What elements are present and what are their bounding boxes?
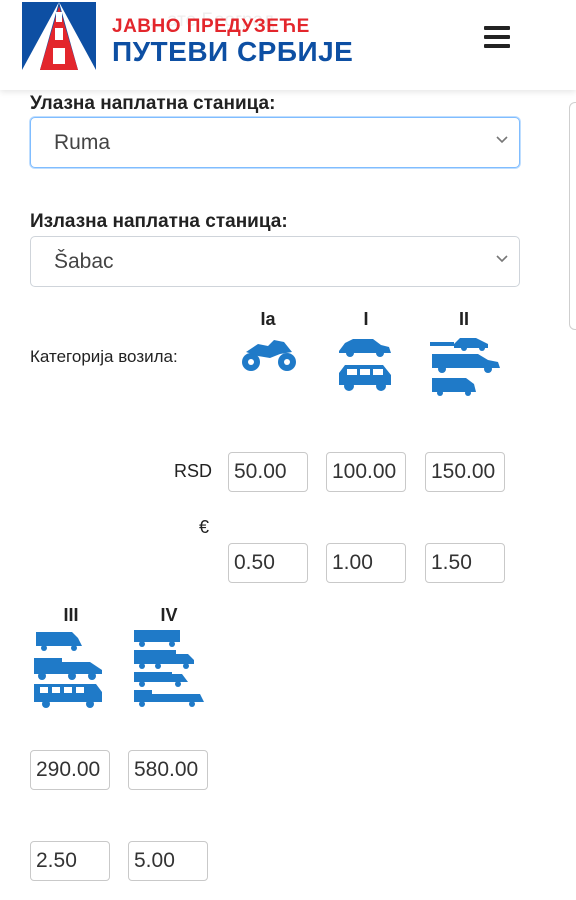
entry-station-value: Ruma: [54, 131, 111, 154]
price-iii-eur: 2.50: [30, 841, 110, 881]
road-logo-icon[interactable]: [22, 2, 96, 70]
vehicle-category-label: Категорија возила:: [30, 347, 178, 366]
exit-station-value: Šabac: [54, 250, 114, 273]
site-header: …ате Београд ЈАВНО ПРЕДУЗЕЋЕ ПУТЕВИ СРБИ…: [0, 0, 576, 90]
entry-station-label: Улазна наплатна станица:: [30, 93, 276, 114]
exit-station-select[interactable]: Šabac: [30, 236, 520, 287]
price-i-rsd: 100.00: [326, 452, 406, 492]
price-i-eur: 1.00: [326, 543, 406, 583]
price-ii-rsd: 150.00: [425, 452, 505, 492]
exit-station-label: Излазна наплатна станица:: [30, 211, 288, 232]
price-iv-eur: 5.00: [128, 841, 208, 881]
car-trailer-minivan-icon: [430, 338, 500, 396]
car-van-icon: [339, 339, 391, 391]
logo-title: ПУТЕВИ СРБИЈЕ: [112, 36, 354, 67]
hamburger-icon[interactable]: [484, 26, 510, 48]
category-i-heading: I: [363, 309, 369, 329]
category-ii-heading: II: [458, 309, 469, 329]
chevron-down-icon: [496, 255, 508, 263]
category-ia-heading: Ia: [260, 309, 276, 329]
motorcycle-quad-icon: [242, 340, 296, 371]
currency-eur-label: €: [199, 517, 210, 537]
logo-subtitle: ЈАВНО ПРЕДУЗЕЋЕ: [112, 16, 310, 37]
price-ia-eur: 0.50: [228, 543, 308, 583]
category-iii-heading: III: [63, 605, 79, 625]
side-panel-edge: [569, 102, 576, 330]
heavy-truck-icon: [134, 630, 204, 707]
truck-bus-icon: [34, 632, 102, 708]
chevron-down-icon: [496, 136, 508, 144]
price-ii-eur: 1.50: [425, 543, 505, 583]
entry-station-select[interactable]: Ruma: [30, 117, 520, 168]
price-ia-rsd: 50.00: [228, 452, 308, 492]
price-iv-rsd: 580.00: [128, 750, 208, 790]
category-iv-heading: IV: [160, 605, 178, 625]
price-iii-rsd: 290.00: [30, 750, 110, 790]
currency-rsd-label: RSD: [174, 461, 213, 481]
